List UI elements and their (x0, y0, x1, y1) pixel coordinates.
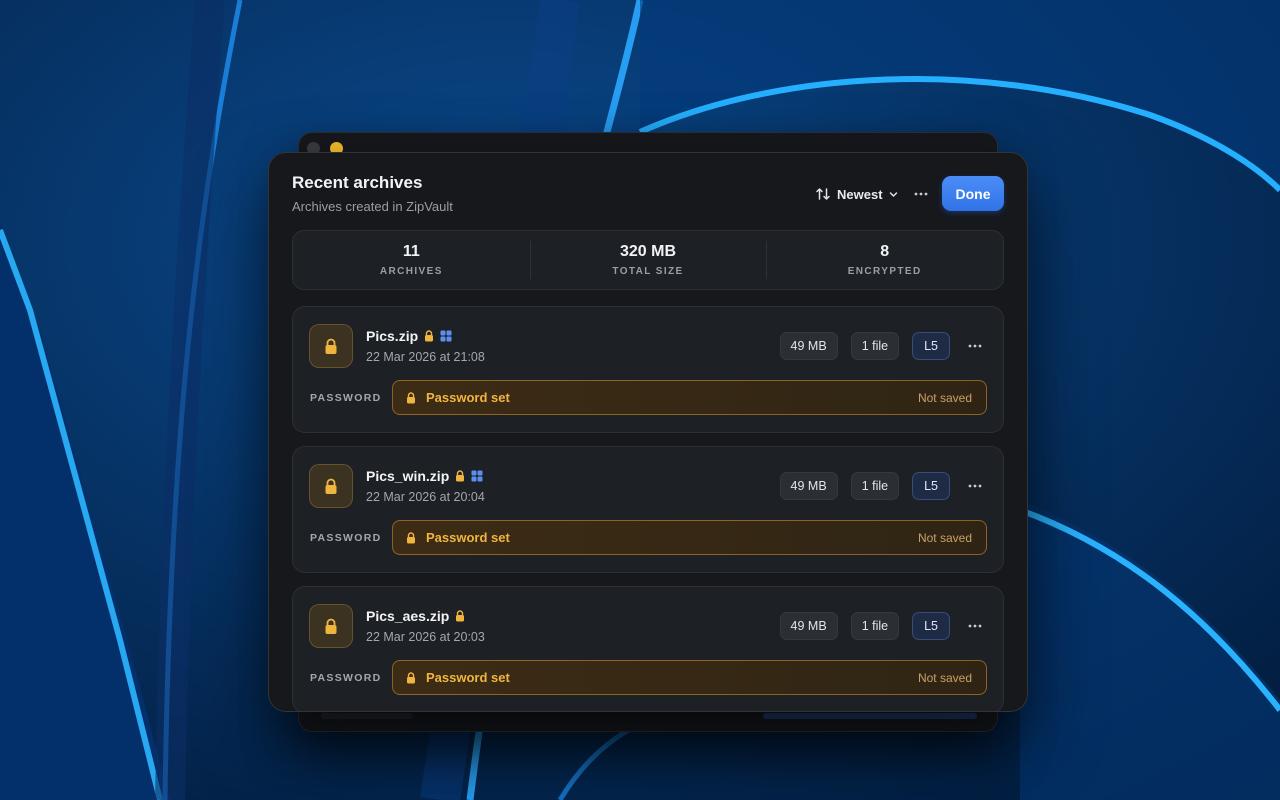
archive-card[interactable]: Pics_aes.zip 22 Mar 2026 at 20:03 49 MB … (292, 586, 1004, 711)
lock-icon (325, 338, 337, 354)
more-options-button[interactable] (911, 183, 931, 205)
lock-icon (425, 330, 434, 342)
ellipsis-icon (968, 344, 982, 348)
stat-total-size: 320 MB TOTAL SIZE (529, 231, 767, 289)
password-label: PASSWORD (310, 672, 382, 684)
password-note: Not saved (917, 390, 972, 405)
password-label: PASSWORD (310, 392, 382, 404)
archive-name: Pics_win.zip (366, 468, 450, 484)
lock-icon (406, 671, 416, 684)
password-status: Password set (426, 530, 510, 545)
archive-more-button[interactable] (963, 613, 987, 639)
archive-chips: 49 MB 1 file L5 (779, 612, 987, 640)
archive-chips: 49 MB 1 file L5 (779, 332, 987, 360)
done-button[interactable]: Done (942, 176, 1004, 211)
size-badge: 49 MB (779, 332, 838, 360)
compression-level-badge: L5 (912, 472, 950, 500)
password-status: Password set (426, 670, 510, 685)
sheet-subtitle: Archives created in ZipVault (292, 199, 453, 214)
stat-value: 320 MB (619, 243, 677, 260)
compression-level-badge: L5 (912, 612, 950, 640)
stat-label: TOTAL SIZE (612, 266, 684, 277)
lock-icon (456, 610, 465, 622)
windows-icon (440, 330, 452, 342)
ellipsis-icon (968, 624, 982, 628)
archive-name-row: Pics.zip (366, 328, 452, 344)
sort-button[interactable]: Newest (815, 183, 898, 205)
stat-encrypted: 8 ENCRYPTED (766, 231, 1003, 289)
ellipsis-icon (968, 484, 982, 488)
archive-card[interactable]: Pics_win.zip 22 Mar 2026 at 20:04 49 MB … (292, 446, 1004, 573)
lock-icon (406, 531, 416, 544)
file-count-badge: 1 file (850, 612, 900, 640)
archive-card[interactable]: Pics.zip 22 Mar 2026 at 21:08 49 MB 1 fi… (292, 306, 1004, 433)
archive-list: Pics.zip 22 Mar 2026 at 21:08 49 MB 1 fi… (292, 306, 1004, 711)
sheet-title: Recent archives (292, 173, 423, 192)
password-note: Not saved (917, 530, 972, 545)
size-badge: 49 MB (779, 472, 838, 500)
password-status: Password set (426, 390, 510, 405)
archive-lock-tile (309, 604, 353, 648)
stat-value: 11 (402, 243, 420, 260)
password-field[interactable]: Password set Not saved (392, 380, 987, 415)
archive-name-row: Pics_aes.zip (366, 608, 465, 624)
password-field[interactable]: Password set Not saved (392, 520, 987, 555)
archive-date: 22 Mar 2026 at 20:04 (366, 490, 485, 504)
stat-label: ARCHIVES (379, 266, 443, 277)
chevron-down-icon (889, 191, 897, 197)
password-field[interactable]: Password set Not saved (392, 660, 987, 695)
stat-label: ENCRYPTED (847, 266, 922, 277)
archive-date: 22 Mar 2026 at 20:03 (366, 630, 485, 644)
lock-icon (325, 618, 337, 634)
archive-name: Pics.zip (366, 328, 419, 344)
lock-icon (325, 478, 337, 494)
archive-date: 22 Mar 2026 at 21:08 (366, 350, 485, 364)
password-note: Not saved (917, 670, 972, 685)
stat-value: 8 (880, 243, 890, 260)
file-count-badge: 1 file (850, 472, 900, 500)
lock-icon (406, 391, 416, 404)
archive-more-button[interactable] (963, 473, 987, 499)
archive-name-row: Pics_win.zip (366, 468, 483, 484)
background-window-control (321, 713, 413, 719)
stats-summary: 11 ARCHIVES 320 MB TOTAL SIZE 8 ENCRYPTE… (292, 230, 1004, 290)
archive-chips: 49 MB 1 file L5 (779, 472, 987, 500)
archive-name: Pics_aes.zip (366, 608, 450, 624)
password-label: PASSWORD (310, 532, 382, 544)
stat-archives: 11 ARCHIVES (293, 231, 530, 289)
recent-archives-sheet: Recent archives Archives created in ZipV… (268, 152, 1028, 712)
background-window-control (763, 713, 977, 719)
file-count-badge: 1 file (850, 332, 900, 360)
archive-more-button[interactable] (963, 333, 987, 359)
lock-icon (456, 470, 465, 482)
size-badge: 49 MB (779, 612, 838, 640)
compression-level-badge: L5 (912, 332, 950, 360)
sort-label: Newest (837, 186, 883, 202)
windows-icon (471, 470, 483, 482)
ellipsis-icon (914, 192, 928, 196)
sort-arrows-icon (816, 188, 830, 200)
archive-lock-tile (309, 324, 353, 368)
archive-lock-tile (309, 464, 353, 508)
